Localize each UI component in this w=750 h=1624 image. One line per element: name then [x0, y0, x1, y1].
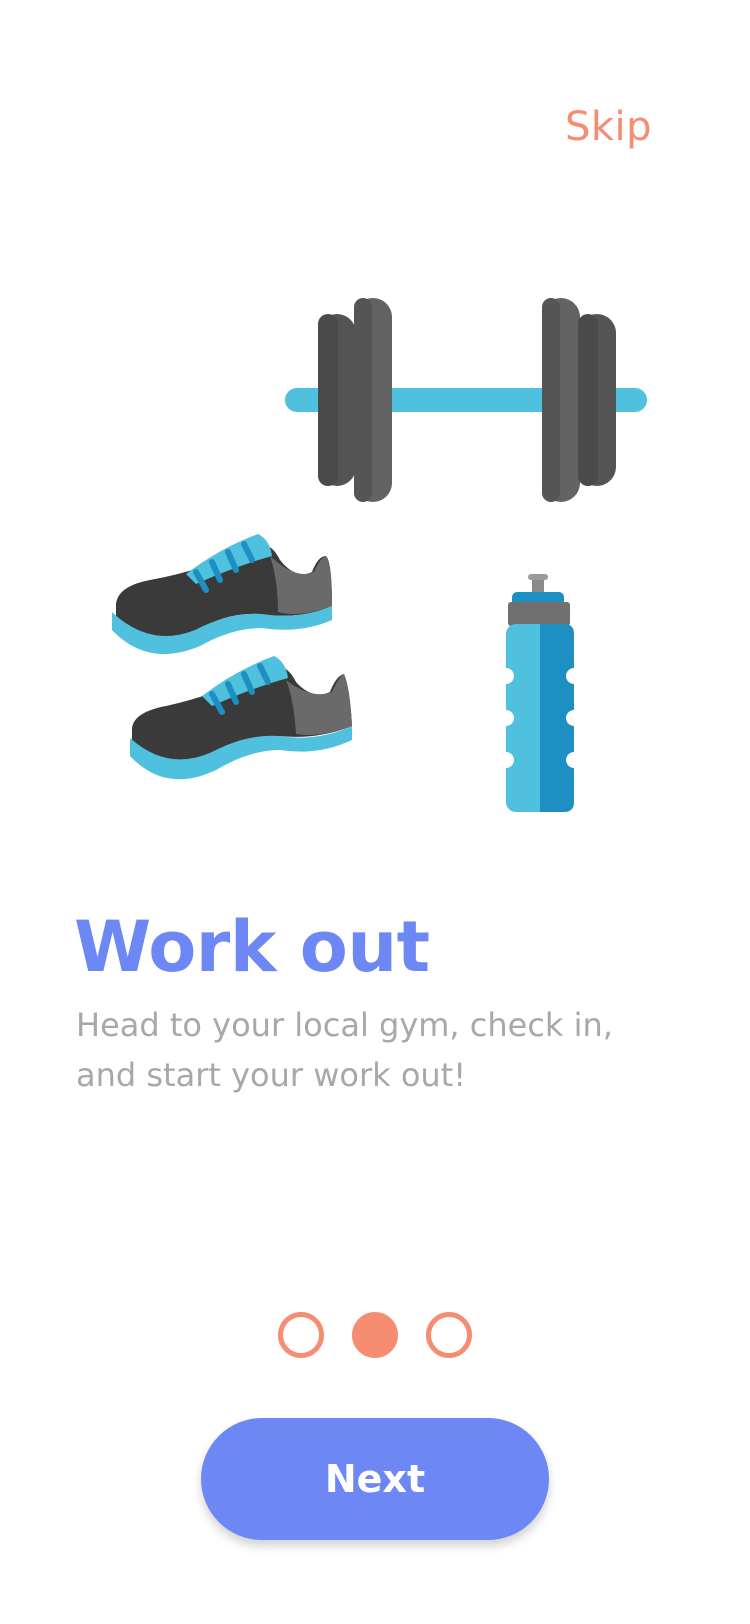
dumbbell-icon	[285, 298, 647, 502]
pagination-dot[interactable]	[426, 1312, 472, 1358]
pagination-dots	[0, 1312, 750, 1358]
workout-illustration	[112, 298, 647, 812]
pagination-dot-active[interactable]	[352, 1312, 398, 1358]
water-bottle-icon	[498, 574, 582, 812]
page-description: Head to your local gym, check in, and st…	[76, 1006, 613, 1094]
sneakers-icon	[112, 534, 352, 780]
pagination-dot[interactable]	[278, 1312, 324, 1358]
page-title: Work out	[74, 906, 430, 988]
next-button[interactable]: Next	[201, 1418, 549, 1540]
